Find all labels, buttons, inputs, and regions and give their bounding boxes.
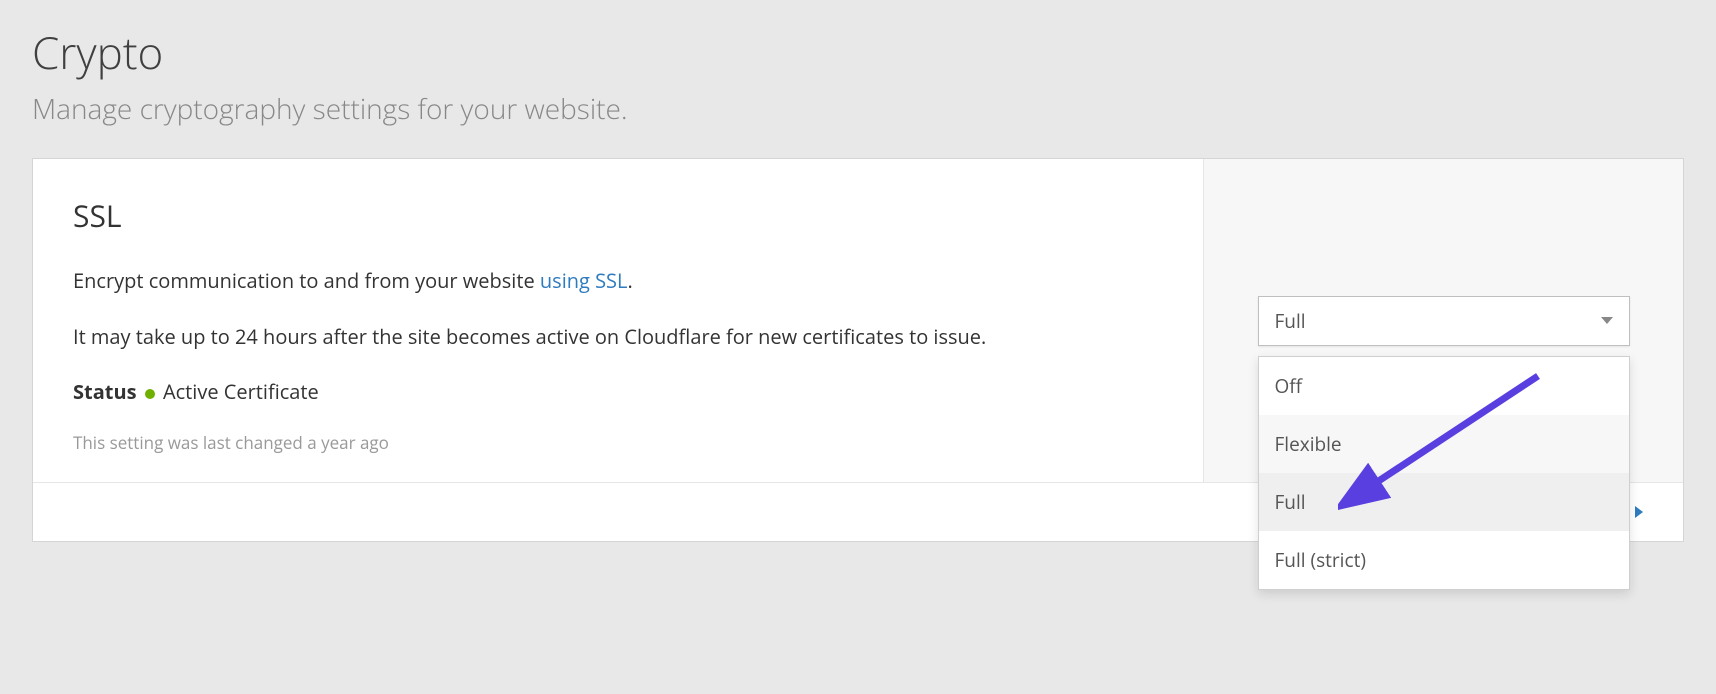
- ssl-option-off[interactable]: Off: [1259, 357, 1629, 415]
- ssl-section-title: SSL: [73, 195, 1163, 236]
- ssl-note: It may take up to 24 hours after the sit…: [73, 322, 1063, 352]
- ssl-card-left: SSL Encrypt communication to and from yo…: [33, 159, 1203, 482]
- ssl-option-full[interactable]: Full: [1259, 473, 1629, 531]
- ssl-mode-selected: Full: [1275, 308, 1306, 334]
- ssl-desc-suffix: .: [627, 267, 632, 294]
- ssl-status-line: Status Active Certificate: [73, 378, 1163, 405]
- ssl-card-right: Full Off Flexible Full Full (strict): [1203, 159, 1683, 482]
- status-text: Active Certificate: [163, 378, 319, 405]
- ssl-option-flexible[interactable]: Flexible: [1259, 415, 1629, 473]
- status-label: Status: [73, 378, 137, 405]
- page-subtitle: Manage cryptography settings for your we…: [32, 90, 1684, 128]
- ssl-mode-select-wrap: Full Off Flexible Full Full (strict): [1258, 296, 1630, 346]
- ssl-option-full-strict[interactable]: Full (strict): [1259, 531, 1629, 589]
- chevron-down-icon: [1601, 317, 1613, 324]
- last-changed-text: This setting was last changed a year ago: [73, 431, 1163, 454]
- ssl-desc-prefix: Encrypt communication to and from your w…: [73, 267, 540, 294]
- ssl-description: Encrypt communication to and from your w…: [73, 266, 1163, 296]
- ssl-mode-dropdown: Off Flexible Full Full (strict): [1258, 356, 1630, 590]
- ssl-mode-select[interactable]: Full: [1258, 296, 1630, 346]
- using-ssl-link[interactable]: using SSL: [540, 267, 628, 294]
- ssl-card: SSL Encrypt communication to and from yo…: [32, 158, 1684, 542]
- page-title: Crypto: [32, 22, 1684, 82]
- status-dot-icon: [145, 389, 155, 399]
- page-header: Crypto Manage cryptography settings for …: [0, 0, 1716, 158]
- ssl-card-row: SSL Encrypt communication to and from yo…: [33, 159, 1683, 483]
- caret-right-icon: [1635, 506, 1643, 518]
